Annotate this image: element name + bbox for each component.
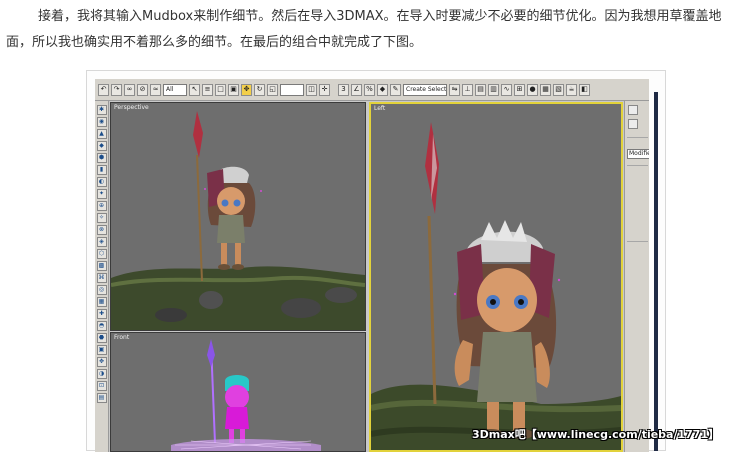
tool-icon-14[interactable]: ▩	[96, 261, 107, 271]
reference-coord-dropdown[interactable]	[280, 83, 304, 96]
perspective-render	[111, 111, 365, 330]
tool-icon-7[interactable]: ◐	[96, 177, 107, 187]
main-toolbar: ↶ ↷ ∞ ⊘ ≈ All ↖ ≡ □ ▣ ✥ ↻ ◱ ◫ ✛ 3 ∠ % ◆ …	[95, 79, 649, 101]
tool-icon-12[interactable]: ◈	[96, 237, 107, 247]
watermark: 3Dmax吧【www.linecg.com/tieba/1771】	[472, 428, 720, 441]
rect-region-icon[interactable]: □	[215, 83, 226, 96]
tool-icon-9[interactable]: ⊕	[96, 201, 107, 211]
pivot-icon[interactable]: ◫	[306, 83, 317, 96]
3dsmax-window: ↶ ↷ ∞ ⊘ ≈ All ↖ ≡ □ ▣ ✥ ↻ ◱ ◫ ✛ 3 ∠ % ◆ …	[95, 79, 649, 452]
tool-icon-25[interactable]: ▤	[96, 393, 107, 403]
tool-icon-19[interactable]: ◓	[96, 321, 107, 331]
modify-tab-icon[interactable]	[628, 119, 638, 129]
selection-filter-dropdown[interactable]: All	[163, 83, 187, 96]
unlink-icon[interactable]: ⊘	[137, 83, 148, 96]
page-edge-strip	[654, 92, 658, 451]
tool-icon-3[interactable]: ▲	[96, 129, 107, 139]
spinner-snap-icon[interactable]: ◆	[377, 83, 388, 96]
tool-icon-2[interactable]: ◉	[96, 117, 107, 127]
tool-icon-18[interactable]: ✚	[96, 309, 107, 319]
tool-icon-6[interactable]: ▮	[96, 165, 107, 175]
material-editor-icon[interactable]: ●	[527, 83, 538, 96]
tool-icon-17[interactable]: ▦	[96, 297, 107, 307]
angle-snap-icon[interactable]: ∠	[351, 83, 362, 96]
mirror-icon[interactable]: ⇋	[449, 83, 460, 96]
tool-icon-13[interactable]: ⬡	[96, 249, 107, 259]
align-icon[interactable]: ⊥	[462, 83, 473, 96]
tool-icon-22[interactable]: ✥	[96, 357, 107, 367]
bind-space-warp-icon[interactable]: ≈	[150, 83, 161, 96]
window-crossing-icon[interactable]: ▣	[228, 83, 239, 96]
panel-divider-3	[627, 241, 648, 242]
tool-icon-15[interactable]: ⌘	[96, 273, 107, 283]
front-viewport[interactable]: Front	[110, 332, 366, 452]
viewport-label-left: Left	[374, 105, 386, 112]
percent-snap-icon[interactable]: %	[364, 83, 375, 96]
render-setup-icon[interactable]: ▦	[540, 83, 551, 96]
viewport-label-front: Front	[114, 334, 130, 341]
left-tool-column: ✱ ◉ ▲ ◆ ⬢ ▮ ◐ ✦ ⊕ ✧ ⊗ ◈ ⬡ ▩ ⌘ ◎ ▦ ✚ ◓ ⬣ …	[95, 101, 109, 452]
edit-named-selection-icon[interactable]: ✎	[390, 83, 401, 96]
manipulate-icon[interactable]: ✛	[319, 83, 330, 96]
render-frame-icon[interactable]: ▧	[553, 83, 564, 96]
named-selection-set-dropdown[interactable]: Create Selection Set	[403, 83, 447, 96]
tool-icon-24[interactable]: ⊡	[96, 381, 107, 391]
layer-icon[interactable]: ▤	[475, 83, 486, 96]
quick-render-icon[interactable]: ☕	[566, 83, 577, 96]
viewport-label-perspective: Perspective	[114, 104, 149, 111]
tool-icon-23[interactable]: ◑	[96, 369, 107, 379]
select-rotate-icon[interactable]: ↻	[254, 83, 265, 96]
curve-editor-icon[interactable]: ∿	[501, 83, 512, 96]
select-icon[interactable]: ↖	[189, 83, 200, 96]
tool-icon-4[interactable]: ◆	[96, 141, 107, 151]
modifier-list-dropdown[interactable]: Modifier List	[627, 149, 649, 159]
tool-icon-8[interactable]: ✦	[96, 189, 107, 199]
select-by-name-icon[interactable]: ≡	[202, 83, 213, 96]
select-move-icon[interactable]: ✥	[241, 83, 252, 96]
tool-icon-11[interactable]: ⊗	[96, 225, 107, 235]
screenshot-frame: ↶ ↷ ∞ ⊘ ≈ All ↖ ≡ □ ▣ ✥ ↻ ◱ ◫ ✛ 3 ∠ % ◆ …	[86, 70, 666, 452]
command-panel: Modifier List	[624, 101, 649, 452]
active-shade-icon[interactable]: ◧	[579, 83, 590, 96]
snap-icon[interactable]: 3	[338, 83, 349, 96]
schematic-icon[interactable]: ⊞	[514, 83, 525, 96]
tool-icon-16[interactable]: ◎	[96, 285, 107, 295]
left-viewport[interactable]: Left	[369, 102, 623, 452]
panel-divider	[627, 137, 648, 138]
left-render	[371, 122, 621, 450]
create-icon[interactable]: ✱	[96, 105, 107, 115]
tool-icon-5[interactable]: ⬢	[96, 153, 107, 163]
tool-icon-10[interactable]: ✧	[96, 213, 107, 223]
redo-icon[interactable]: ↷	[111, 83, 122, 96]
layer-manager-icon[interactable]: ▥	[488, 83, 499, 96]
article-paragraph: 接着，我将其输入Mudbox来制作细节。然后在导入3DMAX。在导入时要减少不必…	[6, 4, 746, 56]
link-icon[interactable]: ∞	[124, 83, 135, 96]
tool-icon-20[interactable]: ⬣	[96, 333, 107, 343]
create-tab-icon[interactable]	[628, 105, 638, 115]
article-text: 接着，我将其输入Mudbox来制作细节。然后在导入3DMAX。在导入时要减少不必…	[6, 9, 722, 50]
perspective-viewport[interactable]: Perspective	[110, 102, 366, 331]
select-scale-icon[interactable]: ◱	[267, 83, 278, 96]
panel-divider-2	[627, 165, 648, 166]
undo-icon[interactable]: ↶	[98, 83, 109, 96]
tool-icon-21[interactable]: ▣	[96, 345, 107, 355]
front-render	[171, 339, 321, 451]
